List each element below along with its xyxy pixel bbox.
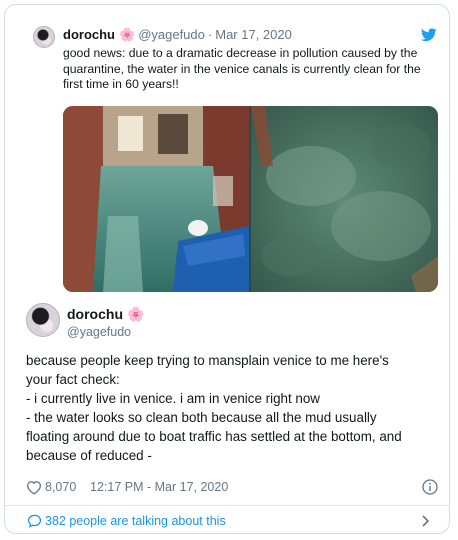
quoted-tweet-text: good news: due to a dramatic decrease in… bbox=[63, 46, 421, 92]
quoted-author-name[interactable]: dorochu bbox=[63, 27, 115, 42]
quoted-header: dorochu 🌸 @yagefudo · Mar 17, 2020 bbox=[63, 27, 292, 43]
like-count[interactable]: 8,070 bbox=[45, 480, 76, 494]
tweet-text: because people keep trying to mansplain … bbox=[26, 351, 436, 465]
info-icon[interactable] bbox=[422, 479, 438, 495]
tweet-card: dorochu 🌸 @yagefudo · Mar 17, 2020 good news… bbox=[4, 4, 450, 534]
clear-water-photo[interactable] bbox=[251, 106, 438, 292]
tweet-meta: 8,070 12:17 PM - Mar 17, 2020 bbox=[26, 479, 438, 497]
tweet-timestamp[interactable]: 12:17 PM - Mar 17, 2020 bbox=[90, 480, 228, 494]
quoted-date[interactable]: Mar 17, 2020 bbox=[215, 27, 292, 42]
twitter-bird-icon[interactable] bbox=[421, 28, 437, 42]
tweet-text-line: floating around due to boat traffic has … bbox=[26, 429, 402, 444]
heart-icon[interactable] bbox=[26, 480, 42, 495]
author-name-row[interactable]: dorochu 🌸 bbox=[67, 306, 144, 323]
tweet-text-line: because of reduced - bbox=[26, 448, 152, 463]
cherry-blossom-emoji: 🌸 bbox=[119, 27, 136, 42]
tweet-text-line: because people keep trying to mansplain … bbox=[26, 353, 389, 368]
quoted-tweet[interactable]: dorochu 🌸 @yagefudo · Mar 17, 2020 good news… bbox=[29, 20, 449, 308]
conversation-link[interactable]: 382 people are talking about this bbox=[5, 506, 449, 533]
quoted-separator: · bbox=[207, 27, 213, 42]
talking-about-text[interactable]: 382 people are talking about this bbox=[45, 514, 226, 528]
cherry-blossom-emoji: 🌸 bbox=[127, 306, 145, 322]
chevron-right-icon[interactable] bbox=[421, 515, 430, 527]
tweet-text-line: - i currently live in venice. i am in ve… bbox=[26, 391, 320, 406]
author-name[interactable]: dorochu bbox=[67, 306, 123, 322]
tweet-text-line: your fact check: bbox=[26, 372, 120, 387]
author-handle[interactable]: @yagefudo bbox=[67, 325, 131, 339]
author-avatar[interactable] bbox=[26, 303, 60, 337]
quoted-media[interactable] bbox=[63, 106, 438, 292]
quoted-author-handle[interactable]: @yagefudo bbox=[138, 27, 205, 42]
venice-canal-photo[interactable] bbox=[63, 106, 249, 292]
speech-bubble-icon bbox=[27, 514, 42, 528]
tweet-text-line: - the water looks so clean both because … bbox=[26, 410, 377, 425]
quoted-avatar[interactable] bbox=[33, 26, 55, 48]
